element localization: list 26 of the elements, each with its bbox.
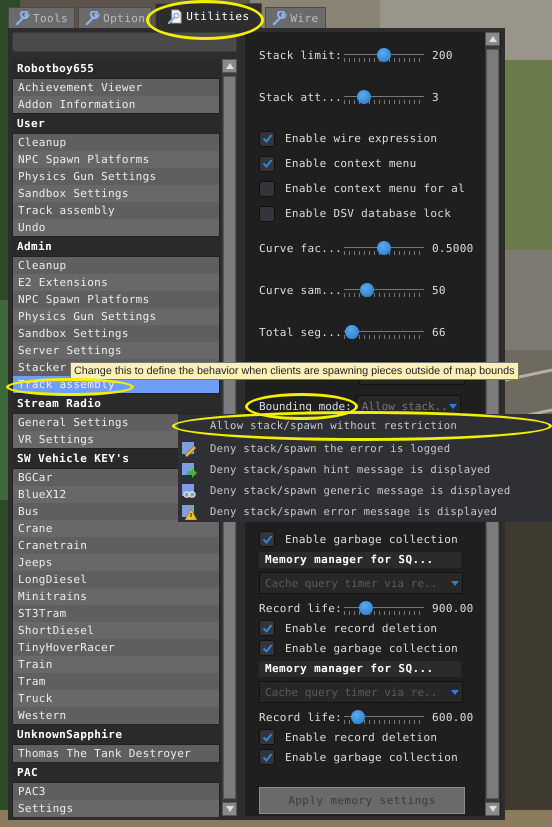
- tooltip: Change this to define the behavior when clients are spawning pieces outside of map bounds: [70, 362, 519, 380]
- slider-label: Stack limit:: [259, 48, 344, 62]
- section-header: Memory manager for SQ...: [259, 661, 461, 677]
- checkbox-label: Enable garbage collection: [285, 750, 458, 764]
- checkbox-label: Enable context menu: [285, 157, 417, 170]
- checkbox-label: Enable record deletion: [285, 622, 438, 634]
- checkbox-label: Enable DSV database lock: [285, 207, 452, 220]
- slider-value: 50: [432, 284, 446, 296]
- slider-value: 900.00: [432, 602, 474, 614]
- slider-label: Curve fac...: [259, 242, 344, 254]
- section-header: Memory manager for SQ...: [259, 552, 461, 568]
- slider-value: 200: [432, 48, 453, 62]
- checkbox-label: Enable garbage collection: [285, 642, 458, 654]
- slider-value: 0.5000: [432, 242, 474, 254]
- checkbox-label: Enable context menu for al: [285, 182, 465, 195]
- slider-label: Stack att...: [259, 90, 344, 104]
- slider-label: Record life:: [259, 710, 344, 724]
- checkbox-label: Enable record deletion: [285, 730, 438, 744]
- slider-label: Curve sam...: [259, 284, 344, 296]
- slider-value: 600.00: [432, 710, 474, 724]
- slider-value: 3: [432, 90, 439, 104]
- slider-value: 66: [432, 326, 446, 338]
- checkbox-label: Enable garbage collection: [285, 532, 458, 546]
- slider-label: Total seg...: [259, 326, 344, 338]
- checkbox-label: Enable wire expression: [285, 132, 438, 145]
- slider-label: Record life:: [259, 602, 344, 614]
